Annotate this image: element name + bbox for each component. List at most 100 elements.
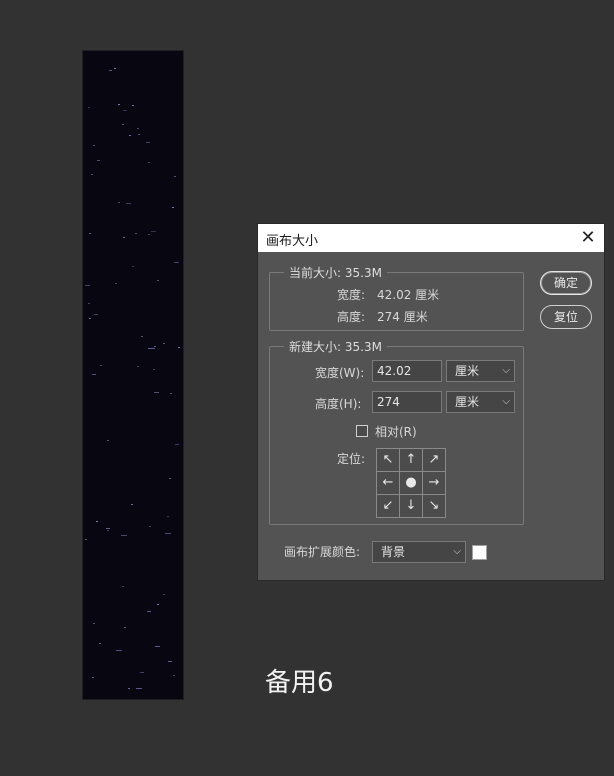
anchor-label: 定位: <box>337 452 366 466</box>
anchor-right-icon[interactable]: → <box>423 472 445 494</box>
canvas-star <box>99 643 101 644</box>
height-unit-value: 厘米 <box>455 395 480 409</box>
canvas-star <box>118 202 120 203</box>
anchor-top-icon[interactable]: ↑ <box>400 449 422 471</box>
canvas-star <box>169 478 171 479</box>
relative-checkbox[interactable] <box>356 425 368 437</box>
width-unit-value: 厘米 <box>455 364 480 378</box>
canvas-star <box>123 110 127 111</box>
current-height-value: 274 厘米 <box>377 310 428 324</box>
canvas-star <box>85 539 87 540</box>
canvas-star <box>178 347 180 348</box>
canvas-star <box>121 535 127 536</box>
canvas-star <box>163 343 165 344</box>
canvas-star <box>89 233 91 234</box>
canvas-star <box>131 504 133 505</box>
extension-color-swatch[interactable] <box>472 545 487 560</box>
current-size-legend: 当前大小: 35.3M <box>284 264 387 281</box>
anchor-top-left-icon[interactable]: ↖ <box>377 449 399 471</box>
width-input[interactable]: 42.02 <box>372 360 442 382</box>
canvas-star <box>126 203 131 204</box>
canvas-star <box>89 318 91 319</box>
canvas-star <box>148 234 150 235</box>
canvas-star <box>91 174 93 175</box>
canvas-star <box>174 176 176 177</box>
canvas-star <box>109 70 112 71</box>
canvas-star <box>122 124 124 125</box>
canvas-star <box>128 688 130 689</box>
canvas-star <box>168 661 172 662</box>
canvas-star <box>148 162 150 163</box>
chevron-down-icon: ⌵ <box>502 396 510 407</box>
canvas-caption: 备用6 <box>265 668 334 698</box>
anchor-grid: ↖ ↑ ↗ ← ● → ↙ ↓ ↘ <box>376 448 446 518</box>
chevron-down-icon: ⌵ <box>453 546 461 557</box>
canvas-size-dialog: 画布大小 ✕ 当前大小: 35.3M 宽度: 42.02 厘米 高度: 274 … <box>258 224 604 580</box>
canvas-star <box>138 134 140 135</box>
canvas-star <box>114 68 116 69</box>
dialog-titlebar[interactable]: 画布大小 ✕ <box>258 224 604 252</box>
current-width-label: 宽度: <box>337 288 366 302</box>
canvas-star <box>170 393 172 394</box>
relative-label[interactable]: 相对(R) <box>375 423 417 440</box>
canvas-star <box>85 285 90 286</box>
canvas-star <box>174 262 179 263</box>
close-icon[interactable]: ✕ <box>578 228 598 248</box>
anchor-bottom-left-icon[interactable]: ↙ <box>377 495 399 517</box>
extension-color-label: 画布扩展颜色: <box>284 545 361 559</box>
canvas-star <box>163 594 165 595</box>
canvas-star <box>157 604 159 605</box>
canvas-star <box>135 233 137 234</box>
anchor-top-right-icon[interactable]: ↗ <box>423 449 445 471</box>
canvas-star <box>172 207 174 208</box>
canvas-star <box>88 107 90 108</box>
anchor-center-icon[interactable]: ● <box>400 472 422 494</box>
height-unit-select[interactable]: 厘米 ⌵ <box>446 391 515 413</box>
canvas-star <box>107 440 109 441</box>
canvas-star <box>155 646 160 647</box>
extension-color-select[interactable]: 背景 ⌵ <box>372 541 466 563</box>
anchor-bottom-right-icon[interactable]: ↘ <box>423 495 445 517</box>
canvas-star <box>149 526 151 527</box>
canvas-star <box>92 374 96 375</box>
canvas-star <box>148 348 155 349</box>
canvas-star <box>132 266 134 267</box>
canvas-star <box>167 516 169 517</box>
canvas-star <box>88 303 90 304</box>
canvas-star <box>175 444 179 445</box>
ok-button[interactable]: 确定 <box>540 271 592 295</box>
height-input[interactable]: 274 <box>372 391 442 413</box>
canvas-star <box>116 650 122 651</box>
new-height-label: 高度(H): <box>315 397 362 411</box>
canvas-star <box>132 105 134 106</box>
canvas-star <box>151 231 156 232</box>
anchor-bottom-icon[interactable]: ↓ <box>400 495 422 517</box>
canvas-star <box>141 336 143 337</box>
canvas-star <box>129 135 131 136</box>
canvas-star <box>100 365 102 366</box>
dialog-title: 画布大小 <box>266 234 319 249</box>
canvas-star <box>137 366 139 367</box>
canvas-star <box>106 528 110 529</box>
canvas-star <box>93 623 95 624</box>
canvas-star <box>107 530 109 531</box>
canvas-star <box>94 314 98 315</box>
canvas-star <box>154 346 156 347</box>
new-width-label: 宽度(W): <box>315 366 365 380</box>
extension-color-value: 背景 <box>381 545 406 559</box>
anchor-left-icon[interactable]: ← <box>377 472 399 494</box>
chevron-down-icon: ⌵ <box>502 365 510 376</box>
canvas-star <box>137 128 139 129</box>
new-size-legend: 新建大小: 35.3M <box>284 338 387 355</box>
canvas-star <box>118 104 120 105</box>
current-width-value: 42.02 厘米 <box>377 288 440 302</box>
canvas-star <box>165 533 171 534</box>
canvas-star <box>140 672 144 673</box>
reset-button[interactable]: 复位 <box>540 305 592 329</box>
canvas-star <box>147 611 151 612</box>
canvas-star <box>153 369 155 370</box>
width-unit-select[interactable]: 厘米 ⌵ <box>446 360 515 382</box>
canvas-star <box>154 392 159 393</box>
current-height-label: 高度: <box>337 310 366 324</box>
canvas-star <box>136 688 142 689</box>
